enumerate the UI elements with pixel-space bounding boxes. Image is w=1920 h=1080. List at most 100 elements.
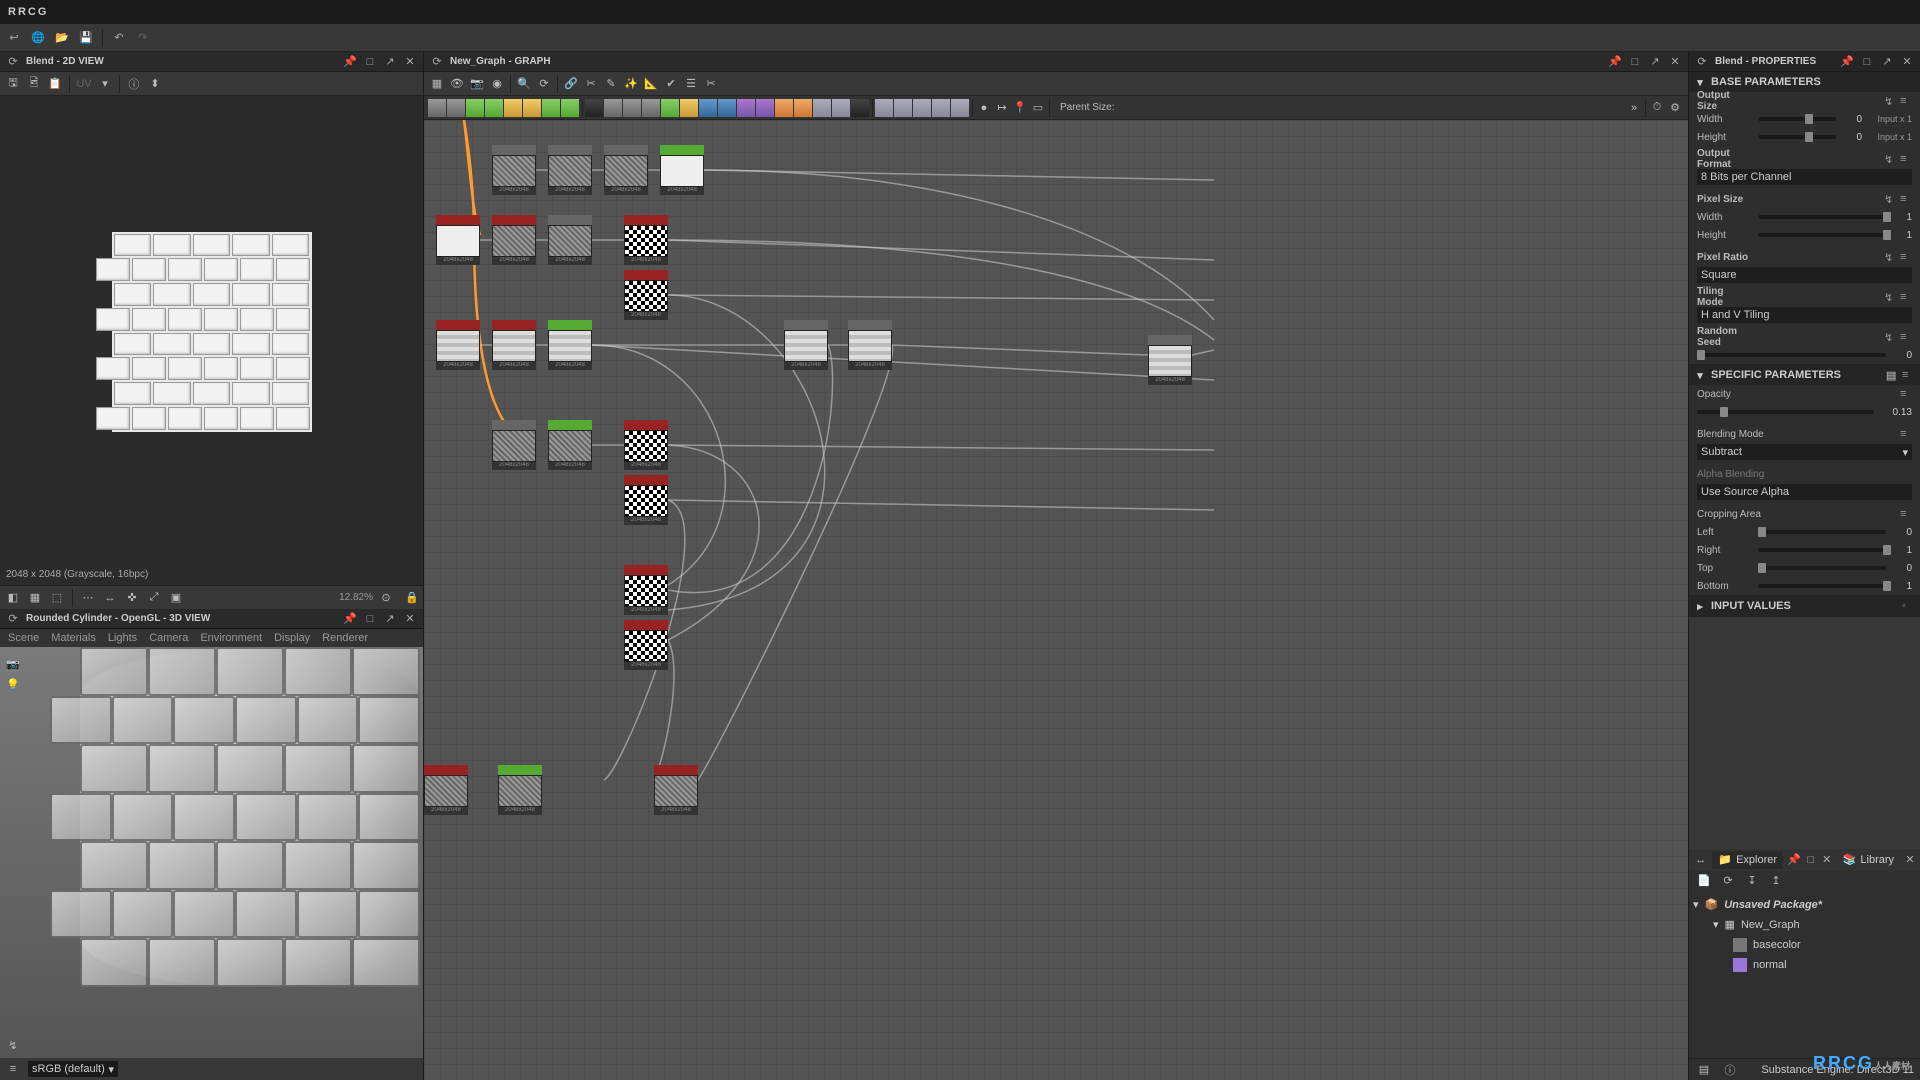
view-2d-canvas[interactable]	[0, 96, 423, 567]
close-3d-icon[interactable]: ✕	[403, 612, 417, 626]
graph-node[interactable]: 2048x2048	[660, 145, 704, 195]
tab-explorer[interactable]: 📁Explorer	[1712, 851, 1783, 869]
pin-node-icon[interactable]: 📍	[1011, 99, 1029, 117]
atomic-distance[interactable]	[680, 99, 698, 117]
atomic-bitmap[interactable]	[775, 99, 793, 117]
menu-sp-icon[interactable]: ≡	[1902, 369, 1914, 381]
ruler-icon[interactable]: 📐	[642, 75, 660, 93]
random-seed-slider[interactable]	[1697, 353, 1886, 357]
compare-icon[interactable]: ⬚	[48, 589, 66, 607]
grid-icon[interactable]: ▦	[26, 589, 44, 607]
tiling-mode-select[interactable]: H and V Tiling	[1697, 307, 1912, 323]
graph-canvas[interactable]: 2048x2048 2048x2048 2048x2048 2048x2048 2048…	[424, 120, 1688, 1080]
atomic-svg[interactable]	[756, 99, 774, 117]
menu-tm-icon[interactable]: ≡	[1900, 291, 1912, 303]
tree-graph[interactable]: ▾▦New_Graph	[1689, 915, 1920, 935]
light-icon[interactable]: 💡	[4, 675, 22, 693]
chevron-right-icon[interactable]: »	[1625, 99, 1643, 117]
close-icon[interactable]: ✕	[403, 55, 417, 69]
atomic-channels[interactable]	[604, 99, 622, 117]
sync-props-icon[interactable]: ⟳	[1695, 55, 1709, 69]
link-tab-icon[interactable]: ↔	[1693, 851, 1708, 869]
new-pkg-icon[interactable]: 📄	[1695, 872, 1713, 890]
axis-icon[interactable]: ↯	[4, 1036, 22, 1054]
close-library-icon[interactable]: ✕	[1904, 853, 1916, 867]
graph-node[interactable]: 2048x2048	[548, 320, 592, 370]
tab-library[interactable]: 📚Library	[1837, 851, 1900, 869]
graph-node[interactable]: 2048x2048	[1148, 335, 1192, 385]
wand-icon[interactable]: ✨	[622, 75, 640, 93]
import-icon[interactable]: ↧	[1743, 872, 1761, 890]
close-props-icon[interactable]: ✕	[1900, 55, 1914, 69]
specific-params-header[interactable]: ▾SPECIFIC PARAMETERS▤≡	[1689, 365, 1920, 385]
graph-node[interactable]: 2048x2048	[548, 215, 592, 265]
sync-icon[interactable]: ⟳	[6, 55, 20, 69]
close-graph-icon[interactable]: ✕	[1668, 55, 1682, 69]
graph-node[interactable]: 2048x2048	[498, 765, 542, 815]
stack-icon[interactable]: ≡	[4, 1060, 22, 1078]
atomic-warp[interactable]	[561, 99, 579, 117]
tab-environment[interactable]: Environment	[200, 632, 262, 644]
pin-graph-icon[interactable]: 📌	[1608, 55, 1622, 69]
graph-node[interactable]: 2048x2048	[548, 145, 592, 195]
crosshair-icon[interactable]: ✜	[123, 589, 141, 607]
eye-icon[interactable]: 👁	[448, 75, 466, 93]
search-icon[interactable]: 🔍	[515, 75, 533, 93]
save-icon[interactable]: 💾	[76, 28, 96, 48]
back-icon[interactable]: ↩	[4, 28, 24, 48]
width-slider[interactable]	[1758, 117, 1836, 121]
sync-graph-icon[interactable]: ⟳	[430, 55, 444, 69]
ps-height-slider[interactable]	[1758, 233, 1886, 237]
inherit-pr-icon[interactable]: ↯	[1884, 251, 1896, 263]
crop-left-slider[interactable]	[1758, 530, 1886, 534]
inherit-icon[interactable]: ↯	[1884, 95, 1896, 107]
graph-node[interactable]: 2048x2048	[424, 765, 468, 815]
channel-icon[interactable]: ◧	[4, 589, 22, 607]
graph-node[interactable]: 2048x2048	[436, 320, 480, 370]
graph-node[interactable]: 2048x2048	[492, 215, 536, 265]
ps-width-slider[interactable]	[1758, 215, 1886, 219]
atomic-shadow[interactable]	[718, 99, 736, 117]
tile-icon[interactable]: ▣	[167, 589, 185, 607]
blending-mode-select[interactable]: Subtract▾	[1697, 444, 1912, 460]
base-params-header[interactable]: ▾BASE PARAMETERS	[1689, 72, 1920, 92]
copy-icon[interactable]: 📋	[46, 75, 64, 93]
crop-top-slider[interactable]	[1758, 566, 1886, 570]
layout-icon[interactable]: ▤	[1695, 1061, 1713, 1079]
graph-node[interactable]: 2048x2048	[624, 565, 668, 615]
maximize-graph-icon[interactable]: □	[1628, 55, 1642, 69]
atomic-pixel[interactable]	[875, 99, 893, 117]
atomic-fx2[interactable]	[832, 99, 850, 117]
graph-node[interactable]: 2048x2048	[548, 420, 592, 470]
atomic-value[interactable]	[851, 99, 869, 117]
pin-props-icon[interactable]: 📌	[1840, 55, 1854, 69]
inherit-tm-icon[interactable]: ↯	[1884, 291, 1896, 303]
graph-node[interactable]: 2048x2048	[784, 320, 828, 370]
uv-dropdown-icon[interactable]: ▾	[96, 75, 114, 93]
dot-icon[interactable]: ◦	[1902, 600, 1914, 612]
histogram-icon[interactable]: ⬍	[146, 75, 164, 93]
graph-node[interactable]: 2048x2048	[624, 420, 668, 470]
atomic-transform[interactable]	[585, 99, 603, 117]
expand-icon[interactable]: ⤢	[145, 589, 163, 607]
atomic-emboss[interactable]	[699, 99, 717, 117]
graph-node[interactable]: 2048x2048	[492, 420, 536, 470]
pick-icon[interactable]: ✔	[662, 75, 680, 93]
menu-ps-icon[interactable]: ≡	[1900, 193, 1912, 205]
graph-node[interactable]: 2048x2048	[604, 145, 648, 195]
graph-node[interactable]: 2048x2048	[624, 270, 668, 320]
graph-node[interactable]: 2048x2048	[624, 620, 668, 670]
maximize-icon[interactable]: □	[363, 55, 377, 69]
camera-graph-icon[interactable]: 📷	[468, 75, 486, 93]
menu-fmt-icon[interactable]: ≡	[1900, 153, 1912, 165]
pixel-ratio-select[interactable]: Square	[1697, 267, 1912, 283]
menu-op-icon[interactable]: ≡	[1900, 388, 1912, 400]
graph-node[interactable]: 2048x2048	[624, 215, 668, 265]
height-slider[interactable]	[1758, 135, 1836, 139]
atomic-pass[interactable]	[894, 99, 912, 117]
graph-node[interactable]: 2048x2048	[624, 475, 668, 525]
tree-package[interactable]: ▾📦Unsaved Package*	[1689, 895, 1920, 915]
atomic-text[interactable]	[737, 99, 755, 117]
maximize-props-icon[interactable]: □	[1860, 55, 1874, 69]
max-explorer-icon[interactable]: □	[1805, 853, 1817, 867]
